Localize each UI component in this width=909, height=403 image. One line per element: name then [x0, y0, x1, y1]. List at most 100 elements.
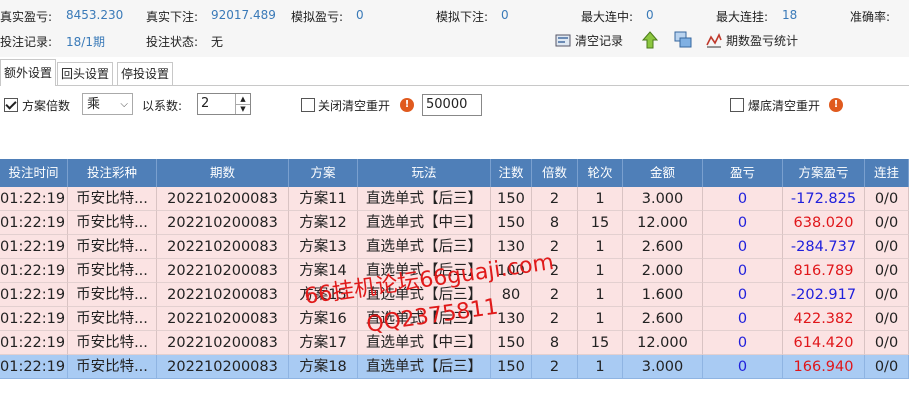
up-arrow-icon[interactable] — [641, 31, 659, 49]
cell-lottery: 币安比特... — [68, 283, 157, 307]
burst-reset-label: 爆底清空重开 — [748, 99, 821, 113]
sim-profit-value: 0 — [356, 8, 364, 22]
cell-time: 01:22:19 — [0, 259, 68, 283]
stepper-down-icon[interactable]: ▼ — [236, 105, 250, 114]
cell-plan-profit: 614.420 — [783, 331, 865, 355]
cell-streak: 0/0 — [865, 187, 909, 211]
coefficient-value: 2 — [201, 96, 210, 111]
cell-play: 直选单式【后三】 — [358, 187, 491, 211]
coefficient-stepper[interactable]: ▲ ▼ — [235, 94, 250, 114]
cell-round: 1 — [578, 259, 623, 283]
cell-plan-profit: 638.020 — [783, 211, 865, 235]
table-row[interactable]: 01:22:19 币安比特... 202210200083 方案13 直选单式【后三】 1… — [0, 235, 909, 259]
cell-plan: 方案12 — [289, 211, 358, 235]
burst-reset-checkbox[interactable] — [730, 97, 744, 112]
cell-multiplier: 8 — [532, 211, 578, 235]
plan-multiplier-label: 方案倍数 — [22, 99, 71, 113]
table-row[interactable]: 01:22:19 币安比特... 202210200083 方案12 直选单式【中三】 1… — [0, 211, 909, 235]
cell-count: 150 — [491, 331, 532, 355]
bet-status-value: 无 — [211, 35, 224, 49]
sim-profit-label: 模拟盈亏: — [291, 10, 344, 24]
cell-time: 01:22:19 — [0, 307, 68, 331]
column-header-lottery[interactable]: 投注彩种 — [68, 159, 157, 187]
cell-plan-profit: -202.917 — [783, 283, 865, 307]
close-reset-warning-icon: ! — [400, 97, 414, 112]
cell-period: 202210200083 — [157, 355, 289, 379]
cell-period: 202210200083 — [157, 187, 289, 211]
column-header-period[interactable]: 期数 — [157, 159, 289, 187]
burst-reset-warning-icon: ! — [829, 97, 843, 112]
cell-plan-profit: 166.940 — [783, 355, 865, 379]
settings-tabs: 额外设置 回头设置 停投设置 — [0, 58, 909, 86]
cell-round: 1 — [578, 187, 623, 211]
cell-profit: 0 — [703, 307, 783, 331]
cell-streak: 0/0 — [865, 211, 909, 235]
cell-period: 202210200083 — [157, 235, 289, 259]
cell-streak: 0/0 — [865, 235, 909, 259]
cell-period: 202210200083 — [157, 283, 289, 307]
cell-profit: 0 — [703, 355, 783, 379]
column-header-amount[interactable]: 金额 — [623, 159, 703, 187]
bet-record-label: 投注记录: — [0, 35, 53, 49]
column-header-plan-profit[interactable]: 方案盈亏 — [783, 159, 865, 187]
table-row[interactable]: 01:22:19 币安比特... 202210200083 方案17 直选单式【中三】 1… — [0, 331, 909, 355]
coefficient-input[interactable]: 2 ▲ ▼ — [197, 93, 251, 115]
table-row[interactable]: 01:22:19 币安比特... 202210200083 方案11 直选单式【后三】 1… — [0, 187, 909, 211]
column-header-plan[interactable]: 方案 — [289, 159, 358, 187]
cell-streak: 0/0 — [865, 283, 909, 307]
stepper-up-icon[interactable]: ▲ — [236, 94, 250, 105]
max-win-streak-label: 最大连中: — [581, 10, 634, 24]
cell-round: 1 — [578, 307, 623, 331]
checkbox-unchecked-icon — [301, 97, 315, 112]
cell-round: 1 — [578, 235, 623, 259]
column-header-round[interactable]: 轮次 — [578, 159, 623, 187]
plan-multiplier-checkbox[interactable] — [4, 97, 18, 112]
cell-lottery: 币安比特... — [68, 259, 157, 283]
cell-plan-profit: -284.737 — [783, 235, 865, 259]
column-header-multiplier[interactable]: 倍数 — [532, 159, 578, 187]
column-header-profit[interactable]: 盈亏 — [703, 159, 783, 187]
table-row[interactable]: 01:22:19 币安比特... 202210200083 方案18 直选单式【后三】 1… — [0, 355, 909, 379]
windows-icon[interactable] — [674, 31, 692, 48]
real-bet-label: 真实下注: — [146, 10, 199, 24]
cell-lottery: 币安比特... — [68, 307, 157, 331]
period-stats-button[interactable]: 期数盈亏统计 — [706, 30, 798, 50]
cell-profit: 0 — [703, 211, 783, 235]
cell-plan-profit: 816.789 — [783, 259, 865, 283]
cell-period: 202210200083 — [157, 331, 289, 355]
clear-records-label: 清空记录 — [575, 33, 624, 48]
cell-streak: 0/0 — [865, 307, 909, 331]
tab-stop-settings[interactable]: 停投设置 — [117, 62, 174, 85]
cell-time: 01:22:19 — [0, 187, 68, 211]
cell-round: 15 — [578, 211, 623, 235]
clear-icon — [555, 32, 571, 48]
max-lose-streak-label: 最大连挂: — [716, 10, 769, 24]
real-profit-label: 真实盈亏: — [0, 10, 53, 24]
cell-plan-profit: 422.382 — [783, 307, 865, 331]
column-header-play[interactable]: 玩法 — [358, 159, 491, 187]
coefficient-label: 以系数: — [142, 99, 183, 113]
operator-select[interactable]: 乘 ⌵ — [82, 93, 133, 115]
bet-record-value: 18/1期 — [66, 35, 105, 49]
cell-multiplier: 2 — [532, 187, 578, 211]
column-header-count[interactable]: 注数 — [491, 159, 532, 187]
cell-lottery: 币安比特... — [68, 235, 157, 259]
cell-time: 01:22:19 — [0, 283, 68, 307]
cell-count: 150 — [491, 355, 532, 379]
column-header-time[interactable]: 投注时间 — [0, 159, 68, 187]
column-header-streak[interactable]: 连挂 — [865, 159, 909, 187]
cell-profit: 0 — [703, 331, 783, 355]
close-reset-checkbox[interactable] — [301, 97, 315, 112]
close-reset-value-input[interactable]: 50000 — [422, 94, 482, 116]
cell-plan: 方案16 — [289, 307, 358, 331]
clear-records-button[interactable]: 清空记录 — [555, 30, 623, 50]
tab-extra-settings[interactable]: 额外设置 — [0, 59, 57, 86]
extra-settings-panel: 方案倍数 乘 ⌵ 以系数: 2 ▲ ▼ 关闭清空重开 ! 50000 爆底清空重… — [0, 86, 909, 158]
cell-amount: 12.000 — [623, 211, 703, 235]
cell-multiplier: 2 — [532, 283, 578, 307]
cell-amount: 3.000 — [623, 187, 703, 211]
real-bet-value: 92017.489 — [211, 8, 276, 22]
cell-amount: 2.600 — [623, 235, 703, 259]
tab-reverse-settings[interactable]: 回头设置 — [57, 62, 114, 85]
cell-play: 直选单式【后三】 — [358, 355, 491, 379]
